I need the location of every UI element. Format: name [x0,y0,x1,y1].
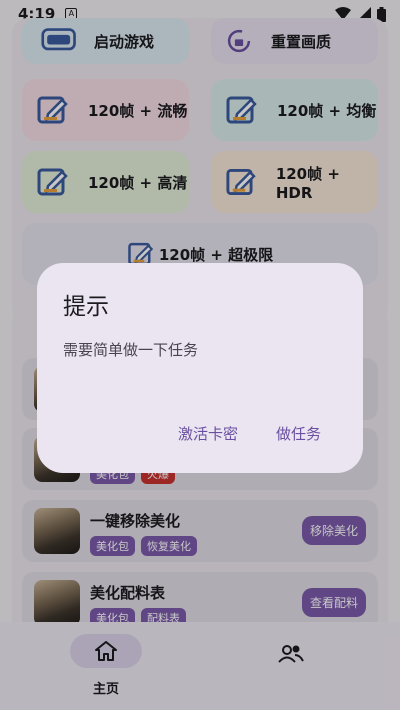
dialog-title: 提示 [63,294,109,320]
alert-dialog: 提示 需要简单做一下任务 激活卡密 做任务 [37,263,363,473]
activate-card-button[interactable]: 激活卡密 [178,423,238,444]
do-task-button[interactable]: 做任务 [276,423,321,444]
dialog-message: 需要简单做一下任务 [63,341,199,359]
